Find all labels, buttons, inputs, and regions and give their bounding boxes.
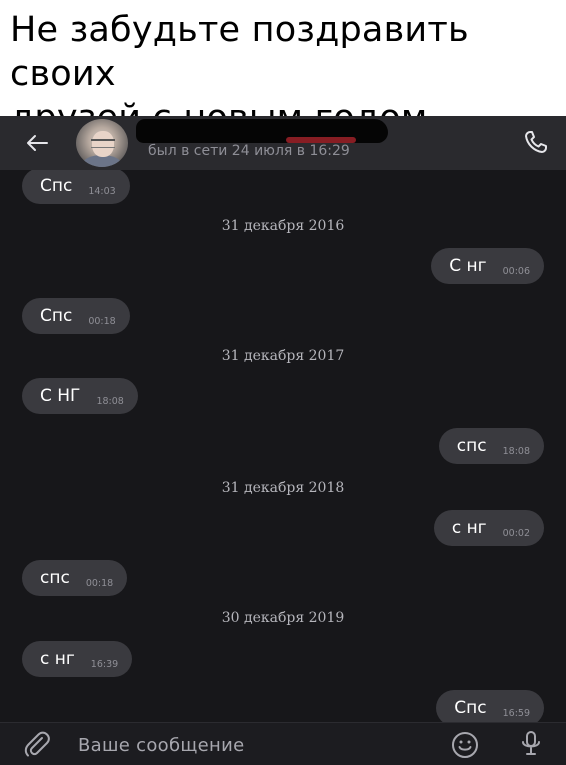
message-incoming[interactable]: Спс 14:03: [22, 170, 130, 204]
message-incoming[interactable]: С НГ 18:08: [22, 378, 138, 414]
message-text: Спс: [454, 698, 487, 718]
date-separator: 31 декабря 2016: [221, 218, 345, 234]
message-time: 00:02: [502, 527, 530, 539]
message-incoming[interactable]: спс 00:18: [22, 560, 128, 596]
message-time: 18:08: [502, 445, 530, 457]
arrow-left-icon[interactable]: [22, 128, 52, 158]
avatar[interactable]: [76, 119, 128, 167]
message-text: Спс: [40, 176, 73, 196]
microphone-icon[interactable]: [518, 729, 544, 759]
message-time: 18:08: [96, 395, 124, 407]
message-input[interactable]: Ваше сообщение: [78, 735, 244, 756]
last-seen-status: был в сети 24 июля в 16:29: [148, 143, 350, 159]
message-time: 00:18: [85, 577, 114, 589]
redacted-contact-name: [136, 119, 388, 143]
chat-header: был в сети 24 июля в 16:29: [0, 116, 566, 170]
avatar-glasses: [91, 139, 115, 148]
message-time: 14:03: [88, 185, 116, 197]
message-time: 16:39: [90, 658, 119, 670]
message-text: С НГ: [40, 386, 81, 406]
message-time: 16:59: [502, 707, 530, 719]
message-list: Спс 14:03 31 декабря 2016 С нг 00:06 Спс…: [0, 170, 566, 722]
message-text: с нг: [40, 649, 75, 669]
message-text: Спс: [40, 306, 73, 326]
message-time: 00:18: [88, 315, 116, 327]
message-text: С нг: [449, 256, 487, 276]
messenger-screen: был в сети 24 июля в 16:29 Спс 14:03 31 …: [0, 116, 566, 765]
message-incoming[interactable]: Спс 00:18: [22, 298, 130, 334]
message-composer: Ваше сообщение: [0, 722, 566, 765]
message-outgoing[interactable]: С нг 00:06: [431, 248, 544, 284]
caption-line-1: Не забудьте поздравить своих: [10, 10, 469, 94]
smiley-icon[interactable]: [450, 730, 480, 760]
message-text: спс: [40, 568, 70, 588]
paperclip-icon[interactable]: [22, 730, 52, 760]
message-outgoing[interactable]: Спс 16:59: [436, 690, 544, 722]
date-separator: 31 декабря 2017: [221, 348, 345, 364]
message-outgoing[interactable]: с нг 00:02: [433, 510, 544, 546]
meme-caption: Не забудьте поздравить своих друзей с но…: [0, 0, 566, 138]
message-incoming[interactable]: с нг 16:39: [22, 641, 133, 677]
date-separator: 31 декабря 2018: [221, 480, 345, 496]
date-separator: 30 декабря 2019: [221, 610, 345, 626]
message-time: 00:06: [502, 265, 530, 277]
message-outgoing[interactable]: спс 18:08: [438, 428, 544, 464]
message-text: спс: [456, 436, 487, 456]
message-text: с нг: [451, 518, 487, 538]
phone-icon[interactable]: [522, 128, 550, 156]
